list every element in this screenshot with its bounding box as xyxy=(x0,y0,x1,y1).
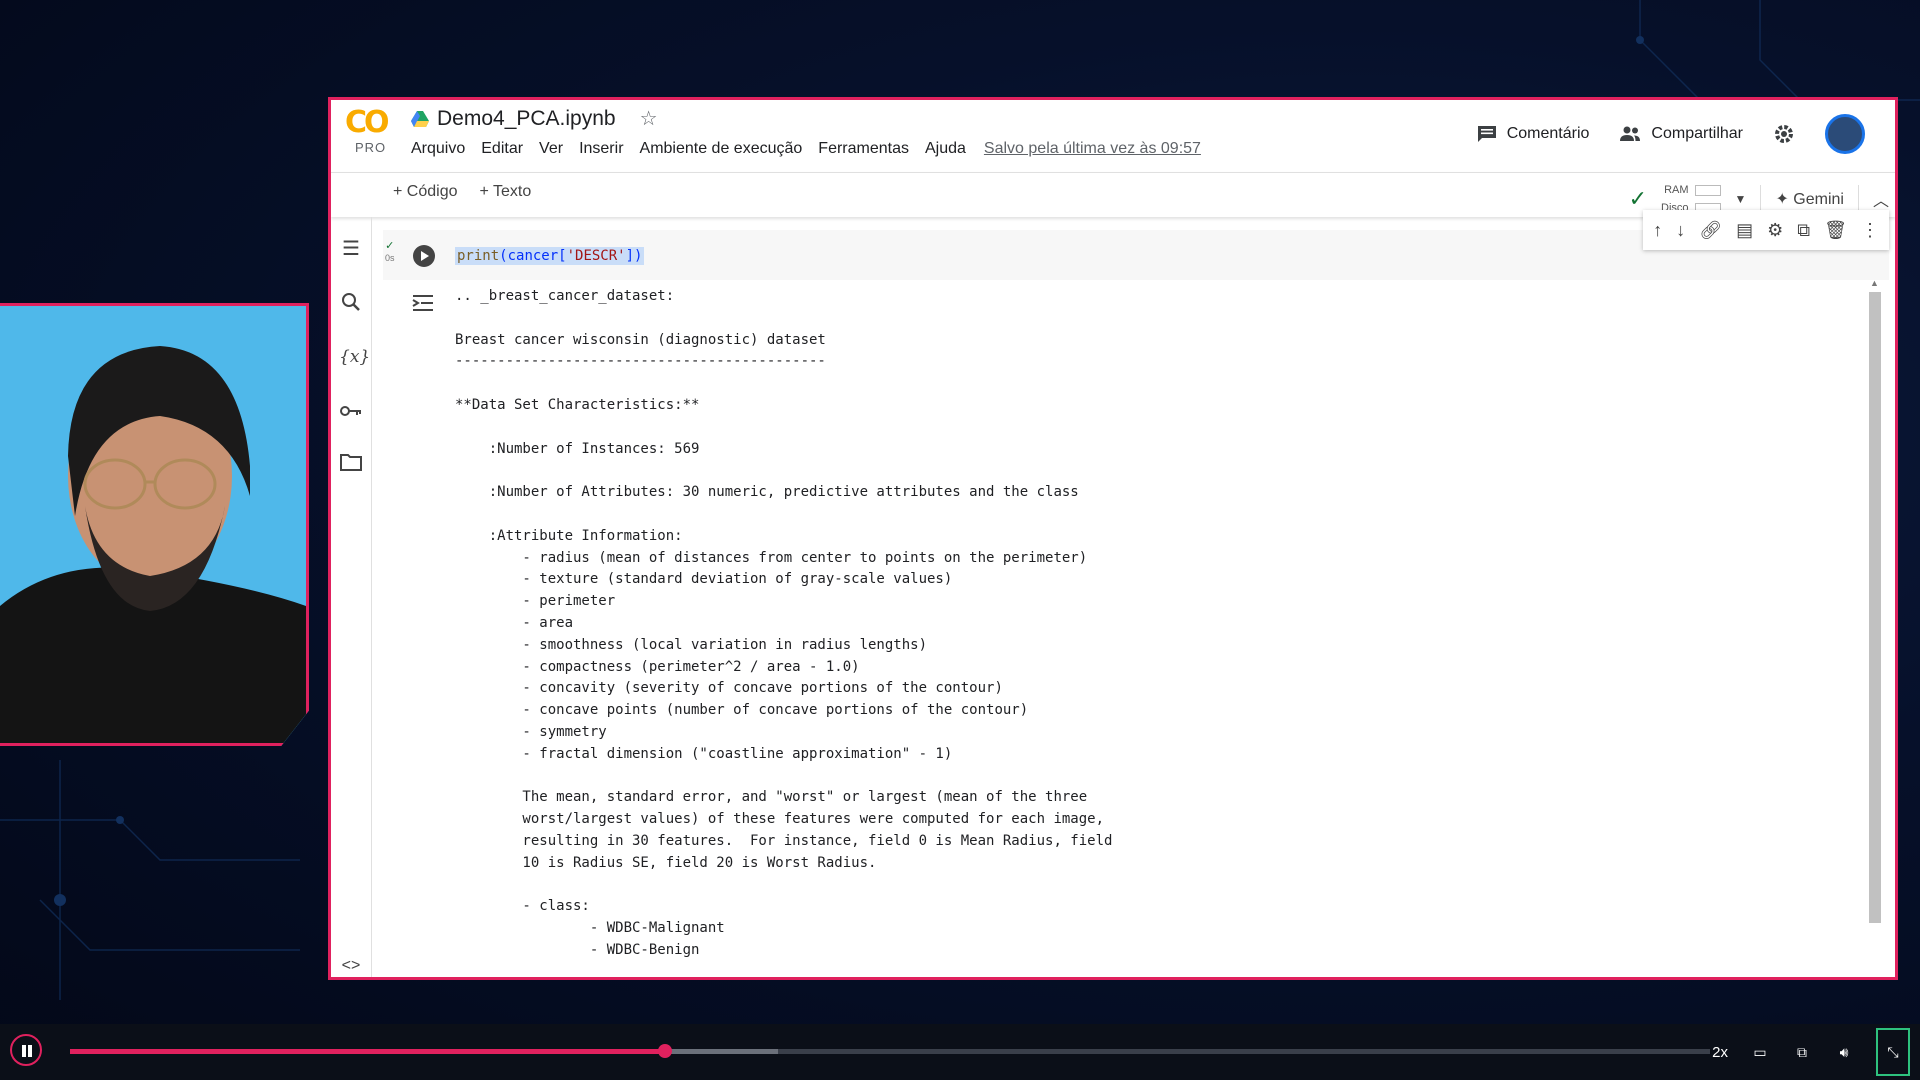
cell-output: .. _breast_cancer_dataset: Breast cancer… xyxy=(455,288,1113,958)
share-button[interactable]: Compartilhar xyxy=(1619,125,1743,143)
menu-ambiente[interactable]: Ambiente de execução xyxy=(640,140,803,158)
people-icon xyxy=(1620,126,1641,141)
exit-fullscreen-icon[interactable]: ⤡ xyxy=(1876,1028,1910,1076)
left-sidebar: ☰ {x} <> xyxy=(331,217,372,977)
presenter-image xyxy=(0,306,306,743)
link-icon[interactable]: 🔗︎ xyxy=(1699,220,1722,241)
gemini-button[interactable]: ✦ Gemini xyxy=(1775,189,1844,209)
video-player-controls: 2x ▭ ⧉ 🔊︎ ⤡ xyxy=(0,1024,1920,1080)
runtime-dropdown-icon[interactable]: ▼ xyxy=(1735,192,1747,206)
menu-bar: Arquivo Editar Ver Inserir Ambiente de e… xyxy=(411,140,1201,158)
menu-ajuda[interactable]: Ajuda xyxy=(925,140,966,158)
cell-toolbar: ↑ ↓ 🔗︎ ▤ ⚙ ⧉ 🗑︎ ⋮ xyxy=(1643,210,1889,250)
logo-text: CO xyxy=(345,105,390,140)
comment-icon xyxy=(1477,126,1496,142)
delete-cell-icon[interactable]: 🗑︎ xyxy=(1824,220,1847,241)
collapse-header-icon[interactable]: ︿ xyxy=(1873,187,1889,211)
volume-icon[interactable]: 🔊︎ xyxy=(1834,1042,1854,1062)
cell-settings-icon[interactable]: ⚙ xyxy=(1767,220,1783,241)
gemini-label: Gemini xyxy=(1793,191,1844,208)
run-cell-button[interactable] xyxy=(413,245,435,267)
connected-check-icon: ✓ xyxy=(1628,186,1648,211)
code-string: 'DESCR' xyxy=(566,248,626,264)
comment-cell-icon[interactable]: ▤ xyxy=(1736,220,1753,241)
mirror-cell-icon[interactable]: ⧉ xyxy=(1797,220,1810,241)
saved-status[interactable]: Salvo pela última vez às 09:57 xyxy=(984,140,1201,158)
menu-ver[interactable]: Ver xyxy=(539,140,563,158)
seek-knob[interactable] xyxy=(658,1044,673,1058)
variables-icon[interactable]: {x} xyxy=(339,345,370,369)
webcam-feed xyxy=(0,303,309,746)
comment-label: Comentário xyxy=(1506,125,1590,142)
pro-badge: PRO xyxy=(355,140,387,155)
secrets-key-icon[interactable] xyxy=(339,400,363,424)
toolbar-divider xyxy=(1857,185,1859,213)
move-up-icon[interactable]: ↑ xyxy=(1653,220,1662,241)
picture-in-picture-icon[interactable]: ⧉ xyxy=(1792,1042,1812,1062)
search-icon[interactable] xyxy=(339,292,363,316)
menu-arquivo[interactable]: Arquivo xyxy=(411,140,465,158)
ram-bar xyxy=(1694,184,1721,196)
star-icon[interactable]: ☆ xyxy=(640,106,658,131)
code-snippets-icon[interactable]: <> xyxy=(339,957,363,975)
settings-gear-icon[interactable] xyxy=(1773,123,1795,145)
share-label: Compartilhar xyxy=(1651,125,1743,142)
pause-button[interactable] xyxy=(10,1034,42,1066)
ram-label: RAM xyxy=(1664,184,1689,196)
notebook-title[interactable]: Demo4_PCA.ipynb xyxy=(437,107,616,131)
colab-logo[interactable]: CO PRO xyxy=(345,105,395,156)
header: CO PRO Demo4_PCA.ipynb ☆ Arquivo Editar … xyxy=(331,100,1895,170)
add-text-button[interactable]: + Texto xyxy=(480,183,532,201)
execution-status: ✓ 0s xyxy=(385,240,395,263)
menu-inserir[interactable]: Inserir xyxy=(579,140,623,158)
menu-editar[interactable]: Editar xyxy=(481,140,523,158)
files-folder-icon[interactable] xyxy=(339,453,363,477)
captions-icon[interactable]: ▭ xyxy=(1750,1042,1770,1062)
add-code-button[interactable]: + Código xyxy=(393,183,458,201)
output-scrollbar[interactable] xyxy=(1869,278,1881,923)
colab-window: CO PRO Demo4_PCA.ipynb ☆ Arquivo Editar … xyxy=(328,97,1898,980)
playback-speed[interactable]: 2x xyxy=(1712,1044,1728,1061)
table-of-contents-icon[interactable]: ☰ xyxy=(339,237,363,261)
execution-time: 0s xyxy=(385,253,395,263)
google-drive-icon xyxy=(411,110,429,127)
user-avatar[interactable] xyxy=(1825,114,1865,154)
code-editor[interactable]: print(cancer['DESCR']) xyxy=(455,247,645,265)
played-range xyxy=(70,1049,666,1054)
output-options-icon[interactable] xyxy=(411,292,435,314)
buffered-range xyxy=(665,1049,779,1054)
code-function: print xyxy=(457,248,500,264)
comment-button[interactable]: Comentário xyxy=(1477,125,1590,143)
seek-bar[interactable] xyxy=(70,1044,1710,1058)
code-cell[interactable]: ✓ 0s print(cancer['DESCR']) ↑ ↓ 🔗︎ ▤ ⚙ ⧉ … xyxy=(383,210,1889,977)
code-close: ]) xyxy=(625,248,643,264)
more-options-icon[interactable]: ⋮ xyxy=(1861,220,1879,241)
menu-ferramentas[interactable]: Ferramentas xyxy=(818,140,909,158)
code-open: (cancer[ xyxy=(499,248,567,264)
toolbar-divider xyxy=(1760,185,1762,213)
move-down-icon[interactable]: ↓ xyxy=(1676,220,1685,241)
